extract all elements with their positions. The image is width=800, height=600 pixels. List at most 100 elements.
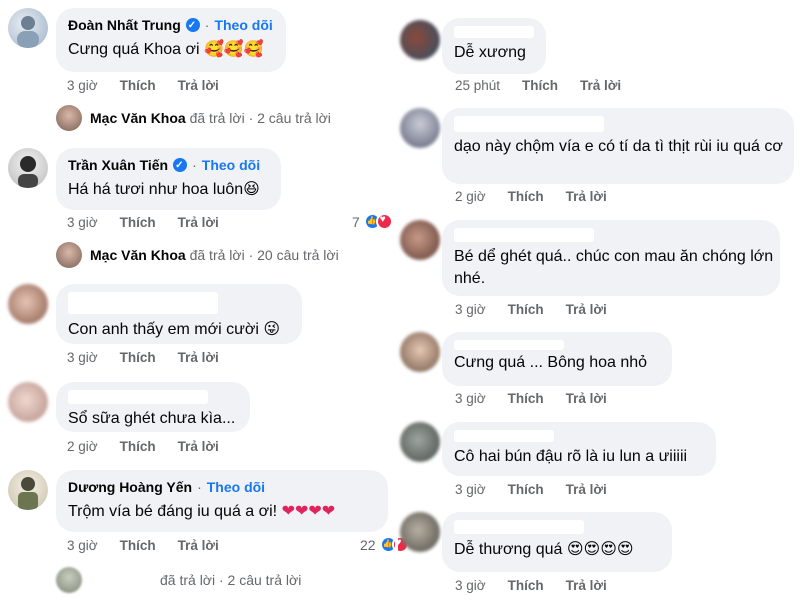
comment-actions: 2 giờ Thích Trả lời bbox=[67, 439, 241, 454]
comment-bubble: dạo này chộm vía e có tí da tì thịt rùi … bbox=[442, 108, 794, 184]
comment-actions: 3 giờ Thích Trả lời bbox=[455, 578, 629, 593]
like-button[interactable]: Thích bbox=[508, 391, 544, 406]
winking-tongue-emoji-icon: 😜 bbox=[263, 319, 281, 338]
avatar bbox=[56, 105, 82, 131]
like-button[interactable]: Thích bbox=[120, 350, 156, 365]
comment-text: Cô hai bún đậu rõ là iu lun a ưiiiii bbox=[454, 448, 688, 465]
comment-actions: 3 giờ Thích Trả lời bbox=[455, 391, 629, 406]
heart-eyes-emoji-icon: 😍😍😍😍 bbox=[566, 539, 634, 558]
comment-bubble: Cô hai bún đậu rõ là iu lun a ưiiiii bbox=[442, 422, 716, 476]
avatar[interactable] bbox=[400, 332, 440, 372]
avatar[interactable] bbox=[400, 108, 440, 148]
person-photo-icon bbox=[17, 16, 39, 48]
reply-button[interactable]: Trả lời bbox=[178, 538, 219, 553]
right-comments-column: Dễ xương 25 phút Thích Trả lời dạo này c… bbox=[398, 0, 800, 600]
comment-time[interactable]: 3 giờ bbox=[455, 578, 486, 593]
reply-button[interactable]: Trả lời bbox=[566, 391, 607, 406]
avatar[interactable] bbox=[400, 512, 440, 552]
comment-actions: 3 giờ Thích Trả lời bbox=[455, 302, 629, 317]
follow-button[interactable]: Theo dõi bbox=[214, 16, 272, 34]
comment-time[interactable]: 25 phút bbox=[455, 78, 500, 93]
avatar[interactable] bbox=[400, 220, 440, 260]
like-button[interactable]: Thích bbox=[522, 78, 558, 93]
avatar[interactable] bbox=[8, 8, 48, 48]
comment-time[interactable]: 2 giờ bbox=[67, 439, 98, 454]
comment-text: Sổ sữa ghét chưa kìa... bbox=[68, 410, 236, 427]
view-replies-link[interactable]: Mạc Văn Khoa đã trả lời · 2 câu trả lời bbox=[56, 105, 331, 131]
comment-text: Dễ xương bbox=[454, 44, 526, 61]
comment-author[interactable]: Trần Xuân Tiến bbox=[68, 156, 168, 174]
avatar[interactable] bbox=[400, 20, 440, 60]
like-button[interactable]: Thích bbox=[508, 189, 544, 204]
avatar[interactable] bbox=[400, 422, 440, 462]
reaction-count: 22 bbox=[360, 536, 376, 553]
comment-bubble: Dương Hoàng Yến · Theo dõi Trộm vía bé đ… bbox=[56, 470, 388, 532]
comment-time[interactable]: 3 giờ bbox=[67, 215, 98, 230]
avatar[interactable] bbox=[8, 470, 48, 510]
comment-time[interactable]: 3 giờ bbox=[455, 482, 486, 497]
view-replies-link[interactable]: Mạc Văn Khoa đã trả lời · 20 câu trả lời bbox=[56, 242, 339, 268]
reaction-summary[interactable]: 7 bbox=[352, 213, 393, 230]
like-button[interactable]: Thích bbox=[508, 482, 544, 497]
reply-button[interactable]: Trả lời bbox=[178, 78, 219, 93]
avatar bbox=[56, 242, 82, 268]
comment-text: Cưng quá ... Bông hoa nhỏ bbox=[454, 354, 648, 371]
comment-bubble: Con anh thấy em mới cười 😜 bbox=[56, 284, 302, 344]
comment-actions: 3 giờ Thích Trả lời bbox=[67, 215, 241, 230]
reply-button[interactable]: Trả lời bbox=[566, 482, 607, 497]
redacted-author-name bbox=[454, 340, 564, 350]
redacted-author-name bbox=[454, 26, 534, 38]
avatar[interactable] bbox=[8, 148, 48, 188]
comment-author[interactable]: Đoàn Nhất Trung bbox=[68, 16, 181, 34]
comment-bubble: Sổ sữa ghét chưa kìa... bbox=[56, 382, 250, 432]
view-replies-link[interactable]: đã trả lời · 2 câu trả lời bbox=[56, 567, 301, 593]
follow-button[interactable]: Theo dõi bbox=[207, 478, 265, 496]
reply-button[interactable]: Trả lời bbox=[178, 215, 219, 230]
like-button[interactable]: Thích bbox=[120, 439, 156, 454]
love-reaction-icon bbox=[375, 213, 393, 230]
redacted-author-name bbox=[454, 228, 594, 242]
comment-actions: 2 giờ Thích Trả lời bbox=[455, 189, 629, 204]
comment-actions: 3 giờ Thích Trả lời bbox=[67, 78, 241, 93]
comment-actions: 25 phút Thích Trả lời bbox=[455, 78, 643, 93]
like-button[interactable]: Thích bbox=[508, 302, 544, 317]
reply-button[interactable]: Trả lời bbox=[178, 350, 219, 365]
comment-author[interactable]: Dương Hoàng Yến bbox=[68, 478, 192, 496]
comment-text: Trộm vía bé đáng iu quá a ơi! ❤❤❤❤ bbox=[68, 501, 336, 520]
grinning-emoji-icon: 😆 bbox=[243, 179, 260, 198]
left-comments-column: Đoàn Nhất Trung · Theo dõi Cưng quá Khoa… bbox=[0, 0, 409, 600]
comment-time[interactable]: 2 giờ bbox=[455, 189, 486, 204]
comment-bubble: Bé dể ghét quá.. chúc con mau ăn chóng l… bbox=[442, 220, 780, 296]
reply-button[interactable]: Trả lời bbox=[566, 578, 607, 593]
comment-actions: 3 giờ Thích Trả lời bbox=[455, 482, 629, 497]
like-button[interactable]: Thích bbox=[120, 215, 156, 230]
reply-button[interactable]: Trả lời bbox=[580, 78, 621, 93]
avatar[interactable] bbox=[8, 382, 48, 422]
reply-button[interactable]: Trả lời bbox=[566, 302, 607, 317]
comment-time[interactable]: 3 giờ bbox=[455, 391, 486, 406]
reaction-count: 7 bbox=[352, 213, 360, 230]
comment-text: Dễ thương quá 😍😍😍😍 bbox=[454, 539, 634, 558]
comment-time[interactable]: 3 giờ bbox=[67, 350, 98, 365]
red-hearts-emoji-icon: ❤❤❤❤ bbox=[281, 501, 336, 520]
comment-text: Cưng quá Khoa ơi 🥰🥰🥰 bbox=[68, 39, 264, 58]
avatar[interactable] bbox=[8, 284, 48, 324]
comment-text: Con anh thấy em mới cười 😜 bbox=[68, 319, 281, 338]
comment-bubble: Trần Xuân Tiến · Theo dõi Há há tươi như… bbox=[56, 148, 281, 210]
like-button[interactable]: Thích bbox=[120, 538, 156, 553]
comment-bubble: Cưng quá ... Bông hoa nhỏ bbox=[442, 332, 672, 386]
comment-bubble: Dễ thương quá 😍😍😍😍 bbox=[442, 512, 672, 572]
like-button[interactable]: Thích bbox=[120, 78, 156, 93]
reply-button[interactable]: Trả lời bbox=[566, 189, 607, 204]
comment-time[interactable]: 3 giờ bbox=[67, 78, 98, 93]
follow-button[interactable]: Theo dõi bbox=[202, 156, 260, 174]
reply-button[interactable]: Trả lời bbox=[178, 439, 219, 454]
comment-text: Há há tươi như hoa luôn😆 bbox=[68, 179, 260, 198]
like-button[interactable]: Thích bbox=[508, 578, 544, 593]
comment-time[interactable]: 3 giờ bbox=[455, 302, 486, 317]
redacted-author-name bbox=[68, 390, 208, 404]
comment-time[interactable]: 3 giờ bbox=[67, 538, 98, 553]
verified-badge-icon bbox=[185, 17, 200, 35]
comment-text: Bé dể ghét quá.. chúc con mau ăn chóng l… bbox=[454, 248, 774, 287]
smiling-hearts-emoji-icon: 🥰🥰🥰 bbox=[203, 39, 264, 58]
